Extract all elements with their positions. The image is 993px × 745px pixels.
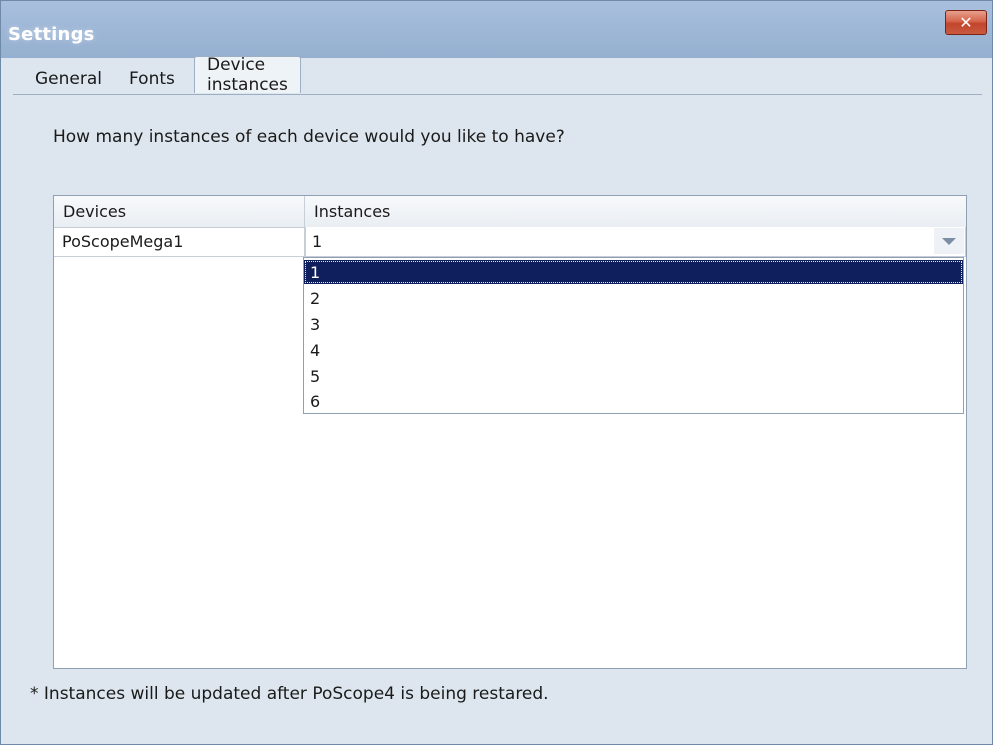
dropdown-option-4[interactable]: 4 xyxy=(304,338,963,362)
table-header: Devices Instances xyxy=(54,196,966,228)
dropdown-option-2[interactable]: 2 xyxy=(304,286,963,310)
close-button[interactable]: ✕ xyxy=(945,10,987,35)
device-name-cell[interactable]: PoScopeMega1 xyxy=(54,227,305,257)
dropdown-button[interactable] xyxy=(934,228,964,254)
instances-dropdown-list: 1 2 3 4 5 6 xyxy=(303,257,964,414)
tab-fonts[interactable]: Fonts xyxy=(129,60,175,98)
column-header-instances[interactable]: Instances xyxy=(305,196,966,227)
close-icon: ✕ xyxy=(959,12,973,32)
dropdown-option-1[interactable]: 1 xyxy=(304,260,963,284)
dropdown-option-3[interactable]: 3 xyxy=(304,312,963,336)
table-row: PoScopeMega1 1 xyxy=(54,227,966,257)
instances-combobox[interactable]: 1 xyxy=(305,227,966,257)
dropdown-option-5[interactable]: 5 xyxy=(304,364,963,388)
window-title: Settings xyxy=(8,24,95,45)
column-header-devices[interactable]: Devices xyxy=(54,196,305,227)
settings-window: Settings ✕ General Fonts Device instance… xyxy=(0,0,993,745)
instances-combobox-value: 1 xyxy=(312,232,323,251)
chevron-down-icon xyxy=(942,237,956,245)
restart-note: * Instances will be updated after PoScop… xyxy=(30,684,549,704)
title-bar[interactable]: Settings ✕ xyxy=(1,1,992,58)
tab-device-instances[interactable]: Device instances xyxy=(194,55,301,95)
instances-question: How many instances of each device would … xyxy=(53,127,565,147)
dropdown-option-6[interactable]: 6 xyxy=(304,389,963,413)
tab-general[interactable]: General xyxy=(35,60,102,98)
